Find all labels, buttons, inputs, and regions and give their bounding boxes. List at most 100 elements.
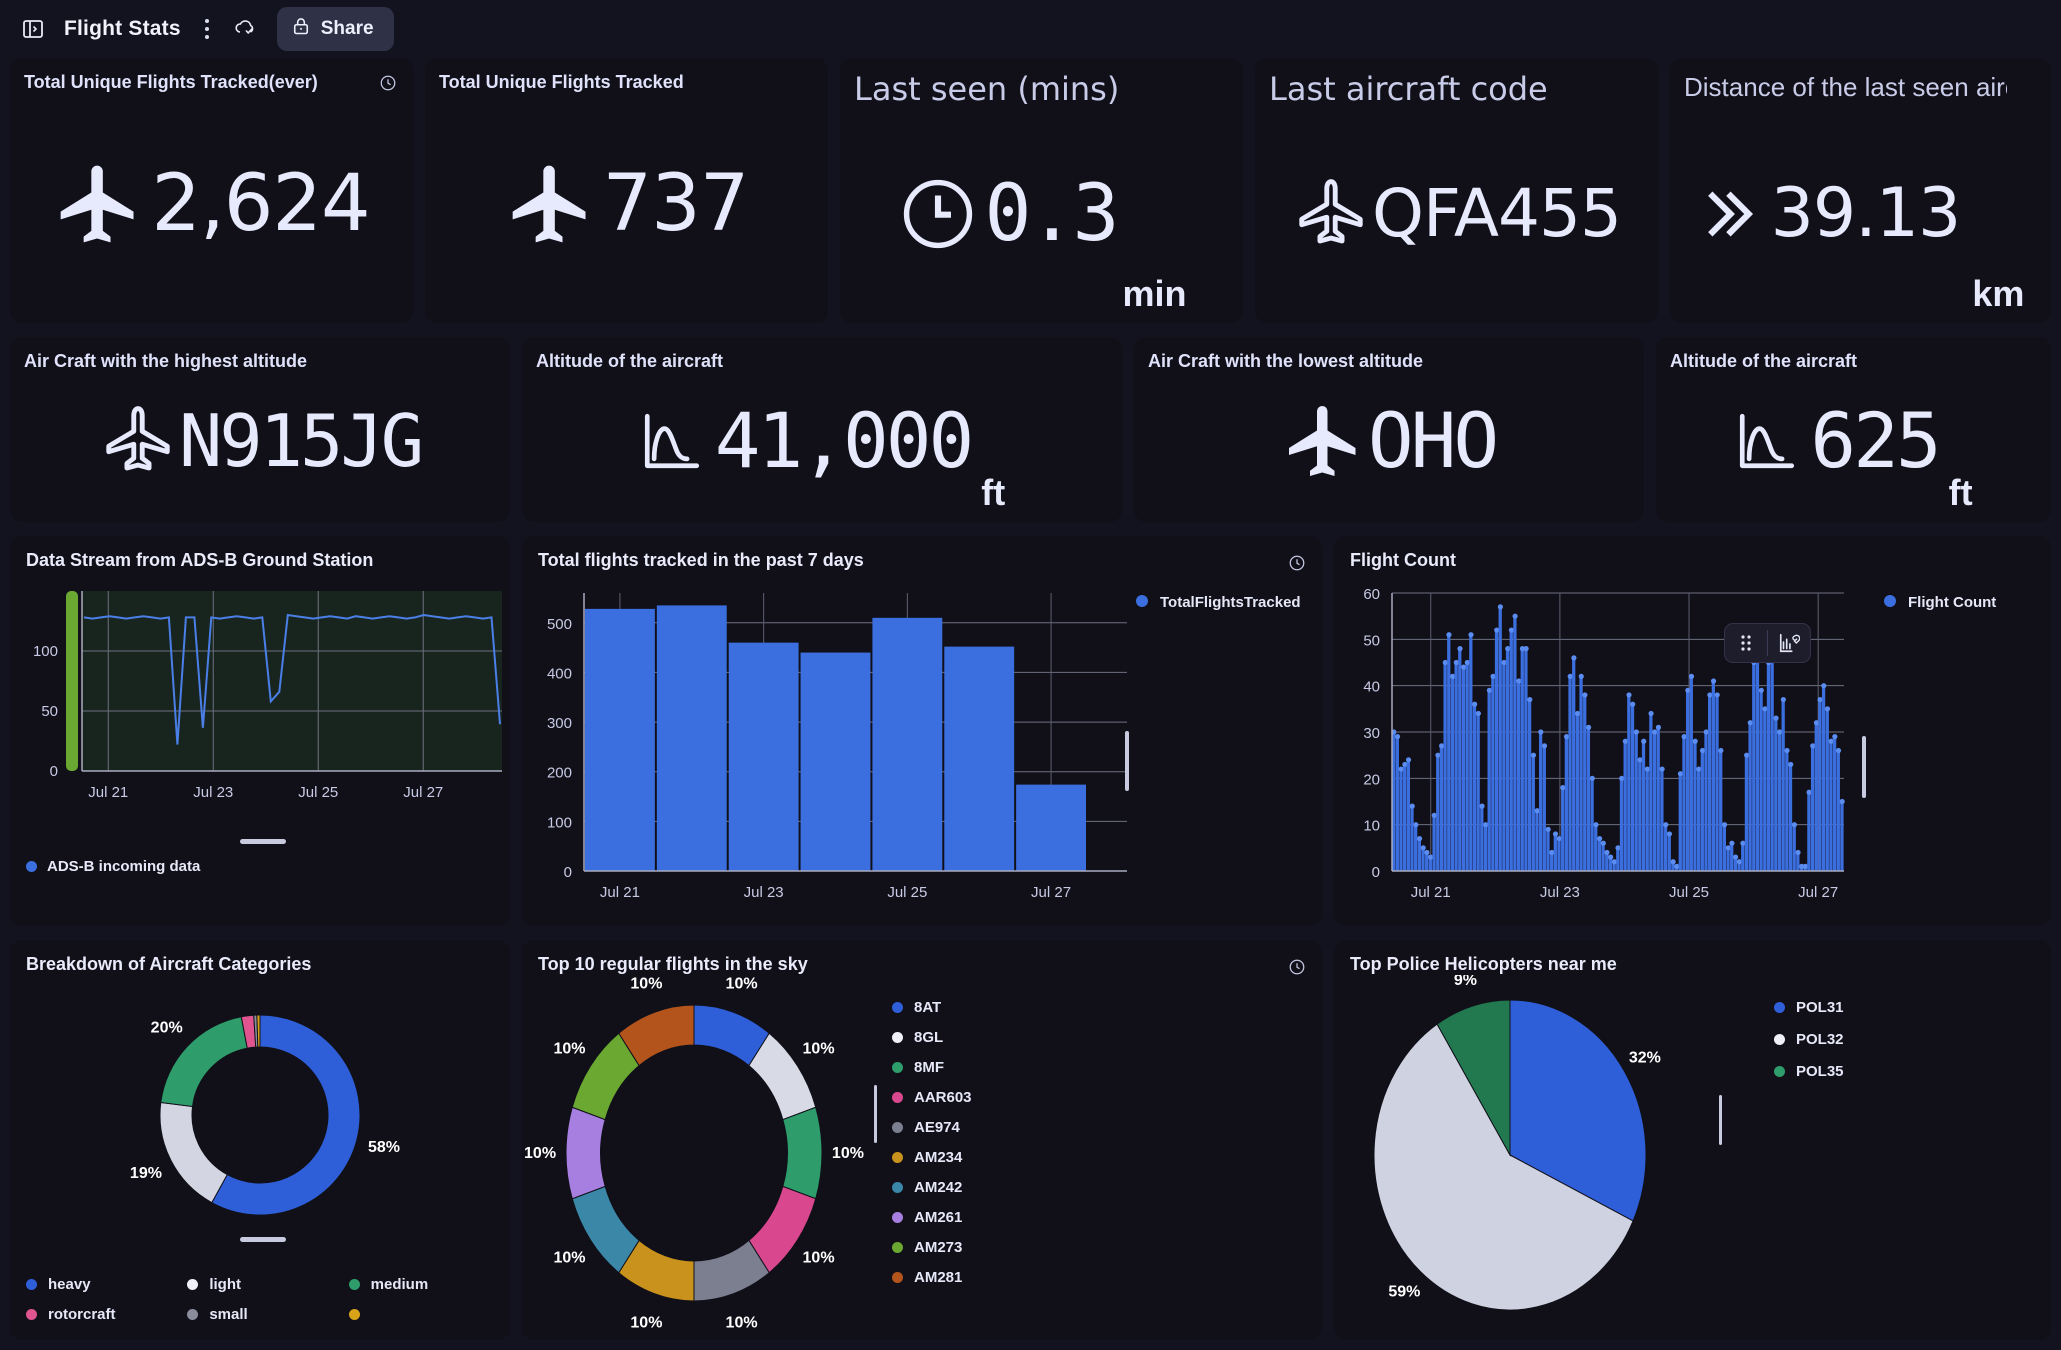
legend-item[interactable]: 8MF [892, 1059, 972, 1076]
legend-item[interactable]: POL32 [1774, 1031, 1844, 1048]
kpi-card-total-unique-flights[interactable]: Total Unique Flights Tracked 737 [425, 58, 828, 323]
legend-item[interactable]: small [187, 1306, 348, 1323]
legend-item[interactable]: AE974 [892, 1119, 972, 1136]
kpi-card-highest-altitude-aircraft[interactable]: Air Craft with the highest altitude N915… [10, 337, 510, 522]
kpi-card-altitude-lowest[interactable]: Altitude of the aircraft 625 ft [1656, 337, 2051, 522]
legend-swatch [892, 1092, 903, 1103]
kpi-value: 2,624 [151, 158, 370, 249]
chart-plot-area[interactable]: 10% 10% 10% 10% 10% 10% 10% 10% 10% 10% 8AT 8GL 8… [522, 975, 1322, 1335]
kpi-value-group: QFA455 [1255, 58, 1658, 323]
aircraft-categories-donut[interactable]: 58% 19% 20% [10, 975, 510, 1255]
chart-vertical-scrollbar[interactable] [1719, 1095, 1722, 1145]
legend-item[interactable]: POL35 [1774, 1063, 1844, 1080]
chart-drag-handle[interactable] [240, 1237, 286, 1242]
legend-swatch [892, 1062, 903, 1073]
svg-text:Jul 21: Jul 21 [600, 884, 640, 901]
chart-title: Breakdown of Aircraft Categories [26, 954, 312, 974]
kpi-value: 625 [1810, 395, 1941, 485]
legend-item[interactable]: medium [348, 1276, 510, 1293]
chart-toolbar[interactable] [1724, 623, 1811, 663]
legend-item[interactable]: rotorcraft [26, 1306, 187, 1323]
cloud-saved-icon[interactable] [233, 16, 259, 42]
svg-text:10%: 10% [832, 1145, 864, 1162]
chart-legend: POL31 POL32 POL35 [1734, 975, 1844, 1335]
legend-item[interactable]: light [187, 1276, 348, 1293]
kpi-row-2: Air Craft with the highest altitude N915… [10, 337, 2051, 522]
legend-item[interactable] [348, 1306, 510, 1323]
kpi-card-last-aircraft-code[interactable]: Last aircraft code QFA455 [1255, 58, 1658, 323]
legend-swatch [1774, 1002, 1785, 1013]
kpi-value-group: 0.3 min [840, 58, 1243, 323]
svg-text:50: 50 [1363, 632, 1380, 649]
clock-icon[interactable] [1288, 554, 1306, 572]
toolbar-divider [1767, 630, 1768, 656]
kpi-card-distance-last-seen[interactable]: Distance of the last seen aircraft 39.13… [1670, 58, 2051, 323]
chart-plot-area[interactable]: 32% 59% 9% POL31 POL32 POL35 [1334, 975, 2051, 1335]
chart-plot-area[interactable]: 0 50 100 Jul 21 Jul 23 Jul 25 Jul 27 [10, 571, 510, 844]
legend-item[interactable]: AAR603 [892, 1089, 972, 1106]
chart-tools-icon[interactable] [1772, 630, 1806, 656]
legend-label: small [209, 1306, 248, 1323]
legend-item[interactable]: AM234 [892, 1149, 972, 1166]
clock-icon[interactable] [1288, 958, 1306, 976]
chart-plot-area[interactable]: 0 10 20 30 40 50 60 Jul 21 Jul 23 Jul 25 Jul 27 Fli… [1334, 571, 2051, 921]
legend-item[interactable]: heavy [26, 1276, 187, 1293]
chart-card-adsb-stream[interactable]: Data Stream from ADS-B Ground Station 0 5… [10, 536, 510, 926]
altitude-icon [1734, 408, 1800, 474]
chart-title: Total flights tracked in the past 7 days [538, 550, 864, 570]
chart-card-aircraft-categories[interactable]: Breakdown of Aircraft Categories 58% 19% 2… [10, 940, 510, 1340]
legend-item[interactable]: POL31 [1774, 999, 1844, 1016]
drag-handle-icon[interactable] [1729, 630, 1763, 656]
svg-text:200: 200 [547, 765, 572, 782]
kpi-value: 0.3 [984, 168, 1120, 259]
legend-item[interactable]: AM273 [892, 1239, 972, 1256]
share-button[interactable]: Share [276, 7, 394, 51]
chart-plot-area[interactable]: 0 100 200 300 400 500 Jul 21 Jul 23 Jul 25 Jul 27… [522, 571, 1322, 921]
kpi-value-group: 41,000 ft [522, 337, 1122, 522]
chart-legend: 8AT 8GL 8MF AAR603 AE974 AM234 AM242 AM2… [892, 975, 972, 1335]
chart-card-total-flights-7days[interactable]: Total flights tracked in the past 7 days… [522, 536, 1322, 926]
legend-item[interactable]: AM281 [892, 1269, 972, 1286]
total-flights-bar-chart[interactable]: 0 100 200 300 400 500 Jul 21 Jul 23 Jul 25 Jul 27… [522, 571, 1322, 916]
legend-label: AE974 [914, 1119, 960, 1136]
kpi-card-lowest-altitude-aircraft[interactable]: Air Craft with the lowest altitude OHO [1134, 337, 1644, 522]
top10-flights-donut[interactable]: 10% 10% 10% 10% 10% 10% 10% 10% 10% 10% [522, 975, 892, 1335]
chart-drag-handle[interactable] [240, 839, 286, 844]
chart-card-police-helicopters[interactable]: Top Police Helicopters near me 32% 59% 9% … [1334, 940, 2051, 1340]
legend-item[interactable]: AM242 [892, 1179, 972, 1196]
legend-swatch [1774, 1034, 1785, 1045]
legend-swatch [1774, 1066, 1785, 1077]
kpi-value-group: 39.13 km [1670, 58, 2051, 323]
legend-swatch [348, 1309, 360, 1320]
chart-vertical-scrollbar[interactable] [874, 1085, 877, 1143]
legend-item[interactable]: 8GL [892, 1029, 972, 1046]
svg-text:TotalFlightsTracked: TotalFlightsTracked [1160, 594, 1301, 611]
svg-text:30: 30 [1363, 725, 1380, 742]
kpi-card-last-seen-mins[interactable]: Last seen (mins) 0.3 min [840, 58, 1243, 323]
legend-item[interactable]: AM261 [892, 1209, 972, 1226]
legend-swatch [187, 1309, 199, 1320]
svg-text:Jul 25: Jul 25 [1669, 884, 1709, 901]
panel-toggle-icon[interactable] [20, 16, 46, 42]
police-helicopters-pie[interactable]: 32% 59% 9% [1334, 975, 1734, 1335]
legend-item[interactable]: 8AT [892, 999, 972, 1016]
svg-text:32%: 32% [1629, 1049, 1661, 1066]
airplane-icon [1282, 399, 1366, 483]
legend-swatch [348, 1279, 360, 1290]
chart-card-flight-count[interactable]: Flight Count 0 10 20 30 40 50 60 Jul 21 Jul 23 Ju… [1334, 536, 2051, 926]
legend-swatch [187, 1279, 199, 1290]
chart-title: Top 10 regular flights in the sky [538, 954, 808, 974]
kpi-row-1: Total Unique Flights Tracked(ever) 2,624… [10, 58, 2051, 323]
svg-text:10%: 10% [726, 976, 758, 993]
adsb-line-chart[interactable]: 0 50 100 Jul 21 Jul 23 Jul 25 Jul 27 [10, 571, 510, 831]
legend-label: 8GL [914, 1029, 944, 1046]
kpi-card-altitude-highest[interactable]: Altitude of the aircraft 41,000 ft [522, 337, 1122, 522]
legend-swatch [892, 1152, 903, 1163]
chart-plot-area[interactable]: 58% 19% 20% [10, 975, 510, 1260]
flight-count-chart[interactable]: 0 10 20 30 40 50 60 Jul 21 Jul 23 Jul 25 Jul 27 Fli… [1334, 571, 2051, 916]
svg-text:20%: 20% [151, 1019, 183, 1036]
svg-text:58%: 58% [368, 1139, 400, 1156]
chart-card-top10-flights[interactable]: Top 10 regular flights in the sky 10% 10%… [522, 940, 1322, 1340]
kpi-card-total-unique-flights-ever[interactable]: Total Unique Flights Tracked(ever) 2,624 [10, 58, 413, 323]
kebab-menu-icon[interactable] [199, 19, 215, 39]
